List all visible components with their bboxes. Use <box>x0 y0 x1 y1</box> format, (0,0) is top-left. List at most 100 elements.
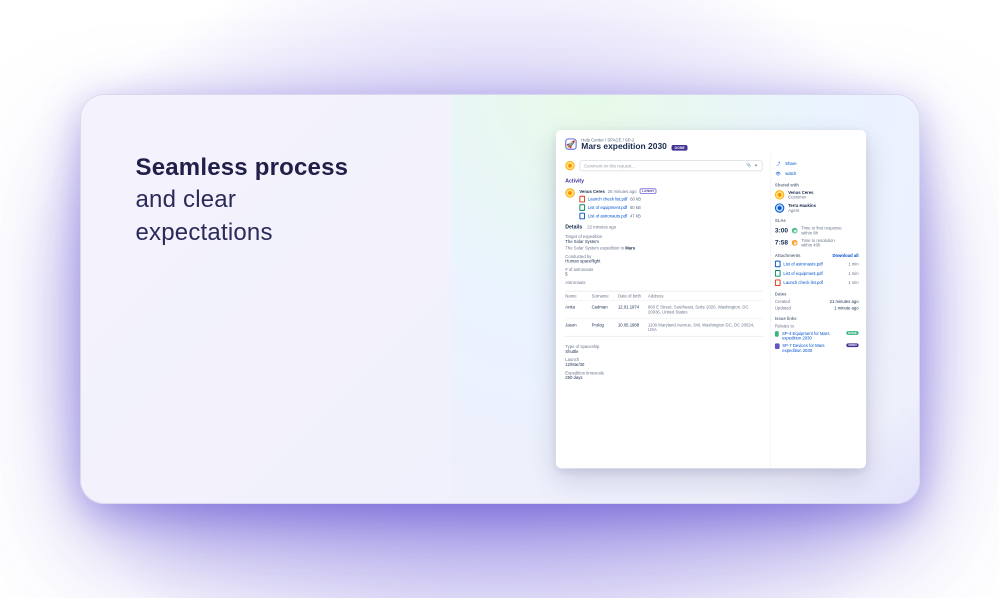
ticket-window: 🚀 Help Center / SPACE / SP-2 Mars expedi… <box>555 130 865 468</box>
updated-value: 1 minute ago <box>834 306 858 311</box>
sla-row: 7:58Time to resolutionwithin 40h <box>774 238 858 247</box>
feature-card: Seamless process and clear expectations … <box>80 94 920 504</box>
issue-link-row[interactable]: SP-4 Equipment for Mars expedition 2030D… <box>774 331 858 340</box>
field-value: Shuttle <box>565 349 762 354</box>
col-address: Address <box>648 294 763 299</box>
comment-input[interactable]: Comment on this request... 📎 ➤ <box>579 160 762 171</box>
attach-icon[interactable]: 📎 <box>746 163 751 169</box>
activity-head: Venus Ceres 25 minutes ago LATEST <box>579 188 762 194</box>
hero-line2: and clear <box>136 186 237 213</box>
avatar <box>774 203 783 212</box>
attachments-label: Attachments <box>774 253 800 258</box>
field-label: Astronauts <box>565 280 762 285</box>
col-surname: Surname <box>591 294 617 299</box>
cell-address: 1100 Maryland Avenue, SW, Washington DC,… <box>648 323 763 332</box>
cell-surname: Cadman <box>591 305 617 314</box>
issue-type-icon <box>774 331 778 337</box>
launch-block: Type of spaceship Shuttle Launch 12/Mar/… <box>565 344 762 380</box>
hero-line3: expectations <box>136 219 273 246</box>
watch-row[interactable]: 👁 watch <box>774 170 858 177</box>
file-chip[interactable]: List of astronauts.pdf47 kB <box>579 213 762 220</box>
file-chip[interactable]: Launch check list.pdf60 kB <box>579 196 762 203</box>
issue-type-icon <box>774 343 778 349</box>
activity-label: Activity <box>565 179 762 185</box>
clock-icon <box>791 240 797 246</box>
activity-author[interactable]: Venus Ceres <box>579 189 604 194</box>
file-size: 47 kB <box>629 214 640 219</box>
attachment-row[interactable]: List of astronauts.pdf 1 min <box>774 261 858 268</box>
created-value: 21 minutes ago <box>829 299 858 304</box>
activity-time: 25 minutes ago <box>607 189 636 194</box>
rocket-icon: 🚀 <box>565 138 576 149</box>
share-link[interactable]: Share <box>785 161 796 166</box>
latest-tag: LATEST <box>639 188 656 194</box>
issue-link-row[interactable]: SP-7 Devices for Mars expedition 2030 OPE… <box>774 343 858 352</box>
sla-row: 3:00Time to first responsewithin 8h <box>774 226 858 235</box>
side-column: ⤴ Share 👁 watch Shared with Venus CeresC… <box>770 154 866 468</box>
screenshot-zone: 🚀 Help Center / SPACE / SP-2 Mars expedi… <box>451 95 919 503</box>
attachment-link[interactable]: List of astronauts.pdf <box>783 262 822 267</box>
cell-name: Jason <box>565 323 591 332</box>
cell-dob: 12.01.1974 <box>617 305 647 314</box>
file-link[interactable]: Launch check list.pdf <box>587 197 627 202</box>
activity-files: Launch check list.pdf60 kBList of equipm… <box>579 196 762 220</box>
file-link[interactable]: List of astronauts.pdf <box>587 214 626 219</box>
relates-label: Relates to <box>774 324 858 329</box>
hero-text: Seamless process and clear expectations <box>81 95 451 503</box>
avatar <box>774 190 783 199</box>
share-icon: ⤴ <box>774 160 781 167</box>
user-row[interactable]: Venus CeresCustomer <box>774 190 858 199</box>
file-link[interactable]: List of equipment.pdf <box>587 205 626 210</box>
page-title: Mars expedition 2030 <box>581 141 667 150</box>
avatar <box>565 188 574 197</box>
dates-block: Created 21 minutes ago Updated 1 minute … <box>774 299 858 310</box>
comment-bar: Comment on this request... 📎 ➤ <box>565 160 762 171</box>
main-column: Comment on this request... 📎 ➤ Activity <box>555 154 769 468</box>
attachment-link[interactable]: Launch check list.pdf <box>783 280 823 285</box>
sla-within: within 40h <box>801 243 834 248</box>
cell-address: 860 E Street, Southeast, Suite 2020, Was… <box>648 305 763 314</box>
share-row[interactable]: ⤴ Share <box>774 160 858 167</box>
hero-line1: Seamless process <box>136 154 349 181</box>
sla-number: 7:58 <box>774 240 787 247</box>
field-value: 12/Mar/30 <box>565 362 762 367</box>
attachment-time: 1 min <box>848 262 858 267</box>
table-row: AnitaCadman12.01.1974860 E Street, South… <box>565 300 762 318</box>
field-value: The Solar System <box>565 239 762 244</box>
cell-dob: 10.05.1988 <box>617 323 647 332</box>
details-label: Details <box>565 225 582 231</box>
issue-links-label: Issue links <box>774 316 858 321</box>
file-size: 60 kB <box>630 197 641 202</box>
table-row: JasonProlog10.05.19881100 Maryland Avenu… <box>565 318 762 336</box>
dates-label: Dates <box>774 292 858 297</box>
file-icon <box>774 261 780 268</box>
slas-label: SLAs <box>774 218 858 223</box>
field-value: 250 days <box>565 375 762 380</box>
ticket-header: 🚀 Help Center / SPACE / SP-2 Mars expedi… <box>555 130 865 154</box>
clock-icon <box>791 228 797 234</box>
attachment-link[interactable]: List of equipment.pdf <box>783 271 822 276</box>
file-size: 60 kB <box>629 205 640 210</box>
watch-link[interactable]: watch <box>785 171 796 176</box>
sla-number: 3:00 <box>774 227 787 234</box>
status-badge: DONE <box>671 145 687 151</box>
attachment-time: 1 min <box>848 280 858 285</box>
cell-name: Anita <box>565 305 591 314</box>
attachment-row[interactable]: List of equipment.pdf 1 min <box>774 270 858 277</box>
marketing-glow: Seamless process and clear expectations … <box>0 0 999 598</box>
attachment-time: 1 min <box>848 271 858 276</box>
link-status-pill: OPEN <box>846 343 858 347</box>
user-role: Customer <box>788 195 813 200</box>
comment-placeholder: Comment on this request... <box>584 163 635 168</box>
col-dob: Date of birth <box>617 294 647 299</box>
send-icon[interactable]: ➤ <box>754 163 758 169</box>
user-row[interactable]: Terra HaukinsAgent <box>774 203 858 212</box>
table-head: Name Surname Date of birth Address <box>565 292 762 300</box>
file-chip[interactable]: List of equipment.pdf60 kB <box>579 204 762 211</box>
attachment-row[interactable]: Launch check list.pdf 1 min <box>774 279 858 286</box>
download-all-link[interactable]: Download all <box>832 253 858 258</box>
file-icon <box>774 279 780 286</box>
file-icon <box>774 270 780 277</box>
issue-link[interactable]: SP-7 Devices for Mars expedition 2030 <box>782 343 824 352</box>
issue-link[interactable]: SP-4 Equipment for Mars expedition 2030 <box>781 331 828 340</box>
